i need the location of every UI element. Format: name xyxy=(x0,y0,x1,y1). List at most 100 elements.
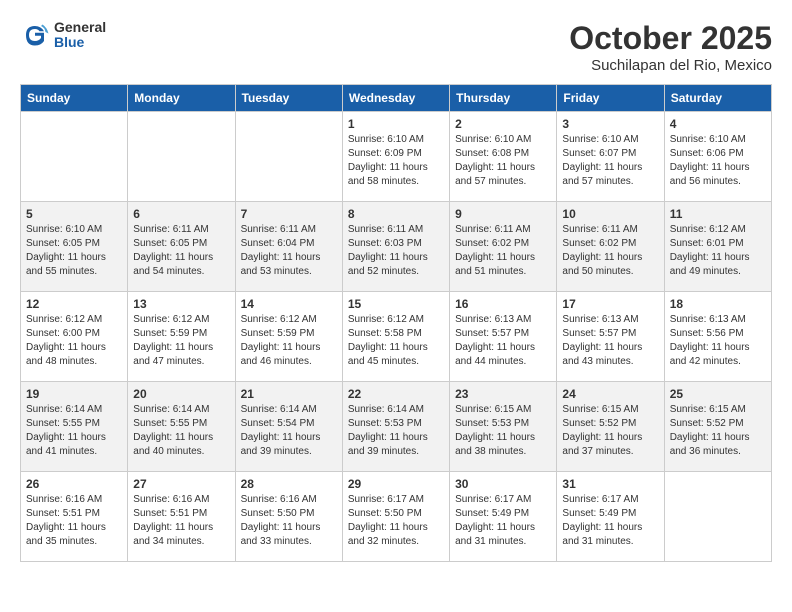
day-number: 8 xyxy=(348,207,444,221)
month-title: October 2025 xyxy=(569,20,772,57)
day-info: Sunrise: 6:11 AM Sunset: 6:05 PM Dayligh… xyxy=(133,223,229,279)
weekday-header-friday: Friday xyxy=(557,85,664,112)
calendar-cell: 18 Sunrise: 6:13 AM Sunset: 5:56 PM Dayli… xyxy=(664,292,771,382)
day-number: 16 xyxy=(455,297,551,311)
calendar-week-5: 26 Sunrise: 6:16 AM Sunset: 5:51 PM Dayli… xyxy=(21,472,772,562)
day-number: 24 xyxy=(562,387,658,401)
day-number: 28 xyxy=(241,477,337,491)
day-info: Sunrise: 6:17 AM Sunset: 5:49 PM Dayligh… xyxy=(455,493,551,549)
calendar-cell: 14 Sunrise: 6:12 AM Sunset: 5:59 PM Dayli… xyxy=(235,292,342,382)
day-info: Sunrise: 6:10 AM Sunset: 6:08 PM Dayligh… xyxy=(455,133,551,189)
weekday-header-monday: Monday xyxy=(128,85,235,112)
calendar-cell: 8 Sunrise: 6:11 AM Sunset: 6:03 PM Daylig… xyxy=(342,202,449,292)
day-info: Sunrise: 6:13 AM Sunset: 5:57 PM Dayligh… xyxy=(455,313,551,369)
weekday-header-tuesday: Tuesday xyxy=(235,85,342,112)
day-number: 11 xyxy=(670,207,766,221)
calendar-cell: 31Sunrise: 6:17 AM Sunset: 5:49 PM Dayli… xyxy=(557,472,664,562)
day-info: Sunrise: 6:12 AM Sunset: 5:59 PM Dayligh… xyxy=(241,313,337,369)
logo: General Blue xyxy=(20,20,106,51)
logo-blue-text: Blue xyxy=(54,35,106,50)
logo-text: General Blue xyxy=(54,20,106,51)
day-number: 4 xyxy=(670,117,766,131)
day-number: 25 xyxy=(670,387,766,401)
day-number: 14 xyxy=(241,297,337,311)
calendar-cell: 9 Sunrise: 6:11 AM Sunset: 6:02 PM Daylig… xyxy=(450,202,557,292)
day-info: Sunrise: 6:16 AM Sunset: 5:51 PM Dayligh… xyxy=(26,493,122,549)
calendar-cell: 1 Sunrise: 6:10 AM Sunset: 6:09 PM Daylig… xyxy=(342,112,449,202)
calendar-cell: 2 Sunrise: 6:10 AM Sunset: 6:08 PM Daylig… xyxy=(450,112,557,202)
day-number: 30 xyxy=(455,477,551,491)
calendar-cell: 4Sunrise: 6:10 AM Sunset: 6:06 PM Daylig… xyxy=(664,112,771,202)
calendar-cell: 11 Sunrise: 6:12 AM Sunset: 6:01 PM Dayli… xyxy=(664,202,771,292)
day-number: 9 xyxy=(455,207,551,221)
calendar-cell: 26 Sunrise: 6:16 AM Sunset: 5:51 PM Dayli… xyxy=(21,472,128,562)
day-info: Sunrise: 6:12 AM Sunset: 6:00 PM Dayligh… xyxy=(26,313,122,369)
calendar-body: 1 Sunrise: 6:10 AM Sunset: 6:09 PM Daylig… xyxy=(21,112,772,562)
calendar-header: SundayMondayTuesdayWednesdayThursdayFrid… xyxy=(21,85,772,112)
calendar-week-4: 19 Sunrise: 6:14 AM Sunset: 5:55 PM Dayli… xyxy=(21,382,772,472)
day-number: 1 xyxy=(348,117,444,131)
day-info: Sunrise: 6:15 AM Sunset: 5:52 PM Dayligh… xyxy=(670,403,766,459)
day-info: Sunrise: 6:12 AM Sunset: 5:58 PM Dayligh… xyxy=(348,313,444,369)
calendar-cell: 16 Sunrise: 6:13 AM Sunset: 5:57 PM Dayli… xyxy=(450,292,557,382)
day-info: Sunrise: 6:17 AM Sunset: 5:50 PM Dayligh… xyxy=(348,493,444,549)
day-number: 27 xyxy=(133,477,229,491)
day-number: 12 xyxy=(26,297,122,311)
day-info: Sunrise: 6:11 AM Sunset: 6:02 PM Dayligh… xyxy=(562,223,658,279)
day-number: 18 xyxy=(670,297,766,311)
weekday-header-wednesday: Wednesday xyxy=(342,85,449,112)
day-info: Sunrise: 6:12 AM Sunset: 5:59 PM Dayligh… xyxy=(133,313,229,369)
title-block: October 2025 Suchilapan del Rio, Mexico xyxy=(569,20,772,74)
weekday-header-saturday: Saturday xyxy=(664,85,771,112)
page-header: General Blue October 2025 Suchilapan del… xyxy=(20,20,772,74)
day-info: Sunrise: 6:16 AM Sunset: 5:51 PM Dayligh… xyxy=(133,493,229,549)
weekday-row: SundayMondayTuesdayWednesdayThursdayFrid… xyxy=(21,85,772,112)
calendar-week-3: 12 Sunrise: 6:12 AM Sunset: 6:00 PM Dayli… xyxy=(21,292,772,382)
day-info: Sunrise: 6:15 AM Sunset: 5:52 PM Dayligh… xyxy=(562,403,658,459)
day-number: 23 xyxy=(455,387,551,401)
day-info: Sunrise: 6:10 AM Sunset: 6:09 PM Dayligh… xyxy=(348,133,444,189)
day-info: Sunrise: 6:11 AM Sunset: 6:03 PM Dayligh… xyxy=(348,223,444,279)
calendar-cell xyxy=(235,112,342,202)
day-number: 31 xyxy=(562,477,658,491)
day-number: 20 xyxy=(133,387,229,401)
day-number: 29 xyxy=(348,477,444,491)
location-title: Suchilapan del Rio, Mexico xyxy=(569,57,772,74)
day-info: Sunrise: 6:14 AM Sunset: 5:53 PM Dayligh… xyxy=(348,403,444,459)
calendar-cell: 17 Sunrise: 6:13 AM Sunset: 5:57 PM Dayli… xyxy=(557,292,664,382)
calendar-week-2: 5Sunrise: 6:10 AM Sunset: 6:05 PM Daylig… xyxy=(21,202,772,292)
calendar-cell: 20Sunrise: 6:14 AM Sunset: 5:55 PM Dayli… xyxy=(128,382,235,472)
calendar-cell: 15 Sunrise: 6:12 AM Sunset: 5:58 PM Dayli… xyxy=(342,292,449,382)
day-number: 22 xyxy=(348,387,444,401)
day-number: 19 xyxy=(26,387,122,401)
day-info: Sunrise: 6:10 AM Sunset: 6:07 PM Dayligh… xyxy=(562,133,658,189)
calendar-table: SundayMondayTuesdayWednesdayThursdayFrid… xyxy=(20,84,772,562)
calendar-cell: 29 Sunrise: 6:17 AM Sunset: 5:50 PM Dayli… xyxy=(342,472,449,562)
calendar-cell: 27 Sunrise: 6:16 AM Sunset: 5:51 PM Dayli… xyxy=(128,472,235,562)
day-info: Sunrise: 6:13 AM Sunset: 5:57 PM Dayligh… xyxy=(562,313,658,369)
day-number: 21 xyxy=(241,387,337,401)
calendar-cell: 25 Sunrise: 6:15 AM Sunset: 5:52 PM Dayli… xyxy=(664,382,771,472)
day-info: Sunrise: 6:11 AM Sunset: 6:02 PM Dayligh… xyxy=(455,223,551,279)
day-info: Sunrise: 6:13 AM Sunset: 5:56 PM Dayligh… xyxy=(670,313,766,369)
calendar-cell: 13Sunrise: 6:12 AM Sunset: 5:59 PM Dayli… xyxy=(128,292,235,382)
day-number: 7 xyxy=(241,207,337,221)
day-info: Sunrise: 6:14 AM Sunset: 5:55 PM Dayligh… xyxy=(26,403,122,459)
calendar-cell: 30 Sunrise: 6:17 AM Sunset: 5:49 PM Dayli… xyxy=(450,472,557,562)
day-number: 17 xyxy=(562,297,658,311)
day-number: 5 xyxy=(26,207,122,221)
day-number: 3 xyxy=(562,117,658,131)
day-info: Sunrise: 6:12 AM Sunset: 6:01 PM Dayligh… xyxy=(670,223,766,279)
calendar-cell xyxy=(664,472,771,562)
day-number: 15 xyxy=(348,297,444,311)
calendar-week-1: 1 Sunrise: 6:10 AM Sunset: 6:09 PM Daylig… xyxy=(21,112,772,202)
day-info: Sunrise: 6:14 AM Sunset: 5:54 PM Dayligh… xyxy=(241,403,337,459)
calendar-cell: 7Sunrise: 6:11 AM Sunset: 6:04 PM Daylig… xyxy=(235,202,342,292)
day-info: Sunrise: 6:16 AM Sunset: 5:50 PM Dayligh… xyxy=(241,493,337,549)
day-number: 26 xyxy=(26,477,122,491)
calendar-cell: 10 Sunrise: 6:11 AM Sunset: 6:02 PM Dayli… xyxy=(557,202,664,292)
day-number: 2 xyxy=(455,117,551,131)
calendar-cell xyxy=(21,112,128,202)
day-number: 10 xyxy=(562,207,658,221)
calendar-cell: 24 Sunrise: 6:15 AM Sunset: 5:52 PM Dayli… xyxy=(557,382,664,472)
